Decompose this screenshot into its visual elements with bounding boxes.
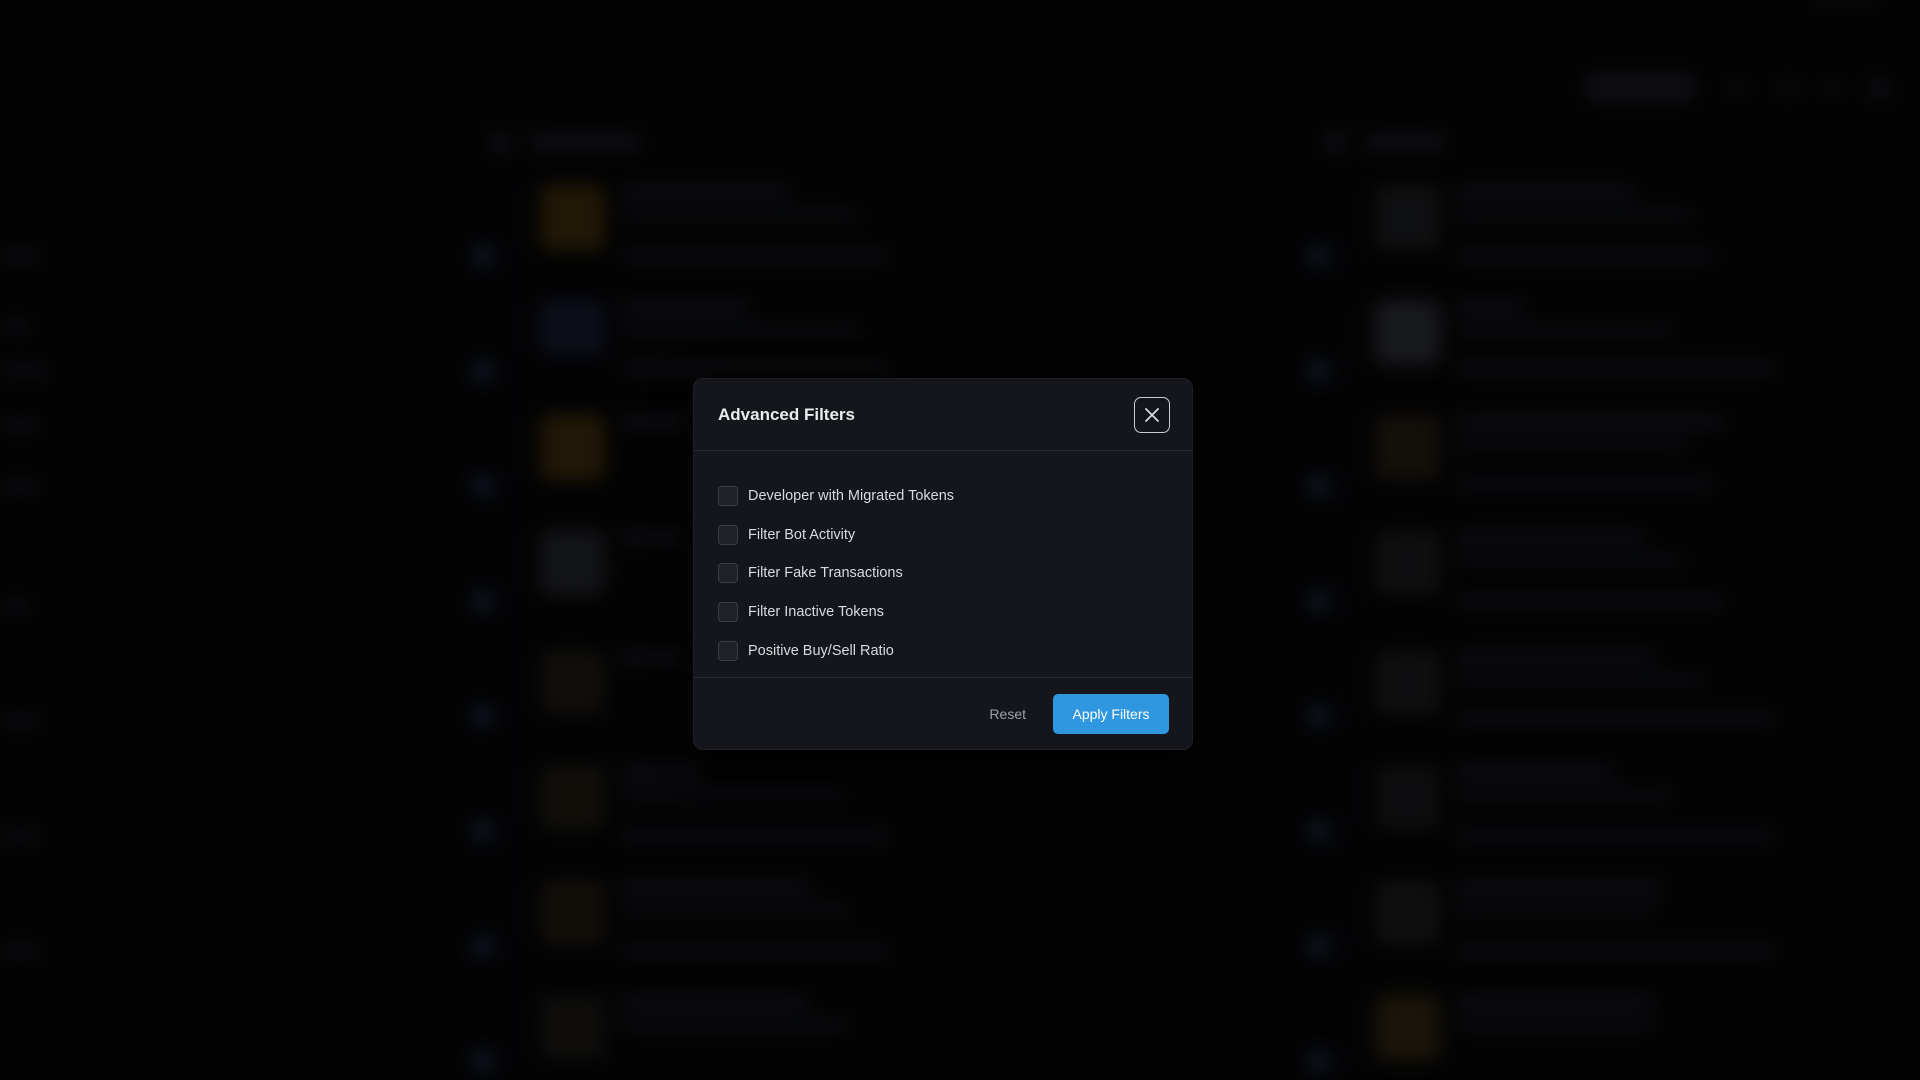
checkbox[interactable] [718,602,738,623]
checkbox[interactable] [718,563,738,584]
modal-title: Advanced Filters [718,404,855,424]
reset-button[interactable]: Reset [989,706,1026,722]
option-positive-buy-sell-ratio[interactable]: Positive Buy/Sell Ratio [718,631,1168,670]
option-filter-fake-transactions[interactable]: Filter Fake Transactions [718,554,1168,593]
option-label: Developer with Migrated Tokens [748,488,955,505]
option-filter-bot-activity[interactable]: Filter Bot Activity [718,516,1168,555]
close-icon [1145,407,1159,422]
close-button[interactable] [1134,396,1170,433]
advanced-filters-modal: Advanced Filters Developer with Migrated… [693,378,1193,750]
modal-footer: Reset Apply Filters [694,678,1192,750]
option-label: Filter Fake Transactions [748,565,903,582]
checkbox[interactable] [718,640,738,661]
apply-filters-button[interactable]: Apply Filters [1053,694,1169,734]
option-label: Positive Buy/Sell Ratio [748,642,894,659]
checkbox[interactable] [718,486,738,507]
option-label: Filter Inactive Tokens [748,604,884,621]
checkbox[interactable] [718,524,738,545]
filter-options: Developer with Migrated Tokens Filter Bo… [694,451,1192,678]
option-filter-inactive-tokens[interactable]: Filter Inactive Tokens [718,593,1168,632]
option-developer-migrated-tokens[interactable]: Developer with Migrated Tokens [718,477,1168,516]
option-label: Filter Bot Activity [748,526,856,543]
modal-header: Advanced Filters [694,379,1192,451]
